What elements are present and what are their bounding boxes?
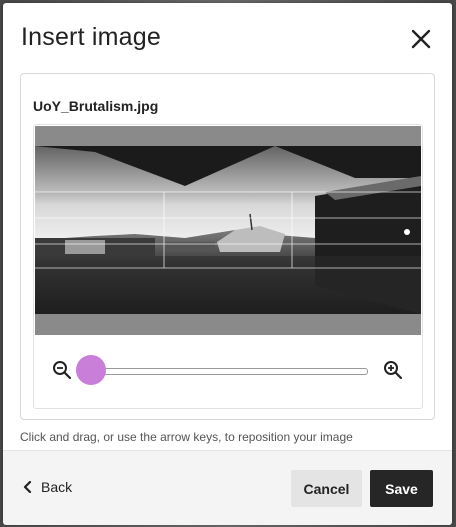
insert-image-dialog: Insert image UoY_Brutalism.jpg Click and… bbox=[3, 3, 452, 525]
save-button[interactable]: Save bbox=[370, 470, 433, 507]
zoom-slider-thumb[interactable] bbox=[76, 355, 106, 385]
zoom-in-button[interactable] bbox=[383, 360, 403, 380]
zoom-controls bbox=[34, 353, 422, 393]
chevron-left-icon bbox=[23, 481, 32, 493]
cancel-button[interactable]: Cancel bbox=[291, 470, 362, 507]
close-icon bbox=[411, 29, 431, 49]
image-filename: UoY_Brutalism.jpg bbox=[33, 98, 159, 114]
image-crop-frame[interactable] bbox=[35, 126, 421, 335]
back-label: Back bbox=[41, 479, 73, 495]
crop-area bbox=[33, 124, 423, 409]
dialog-footer: Back Cancel Save bbox=[3, 450, 452, 525]
zoom-out-button[interactable] bbox=[52, 360, 72, 380]
dialog-title: Insert image bbox=[21, 23, 161, 51]
image-panel: UoY_Brutalism.jpg bbox=[20, 73, 435, 420]
zoom-slider-track[interactable] bbox=[89, 368, 368, 375]
zoom-in-icon bbox=[384, 361, 403, 380]
image-preview bbox=[35, 126, 421, 335]
close-button[interactable] bbox=[407, 25, 435, 53]
zoom-out-icon bbox=[53, 361, 72, 380]
back-button[interactable]: Back bbox=[23, 479, 72, 495]
reposition-hint: Click and drag, or use the arrow keys, t… bbox=[20, 430, 353, 444]
